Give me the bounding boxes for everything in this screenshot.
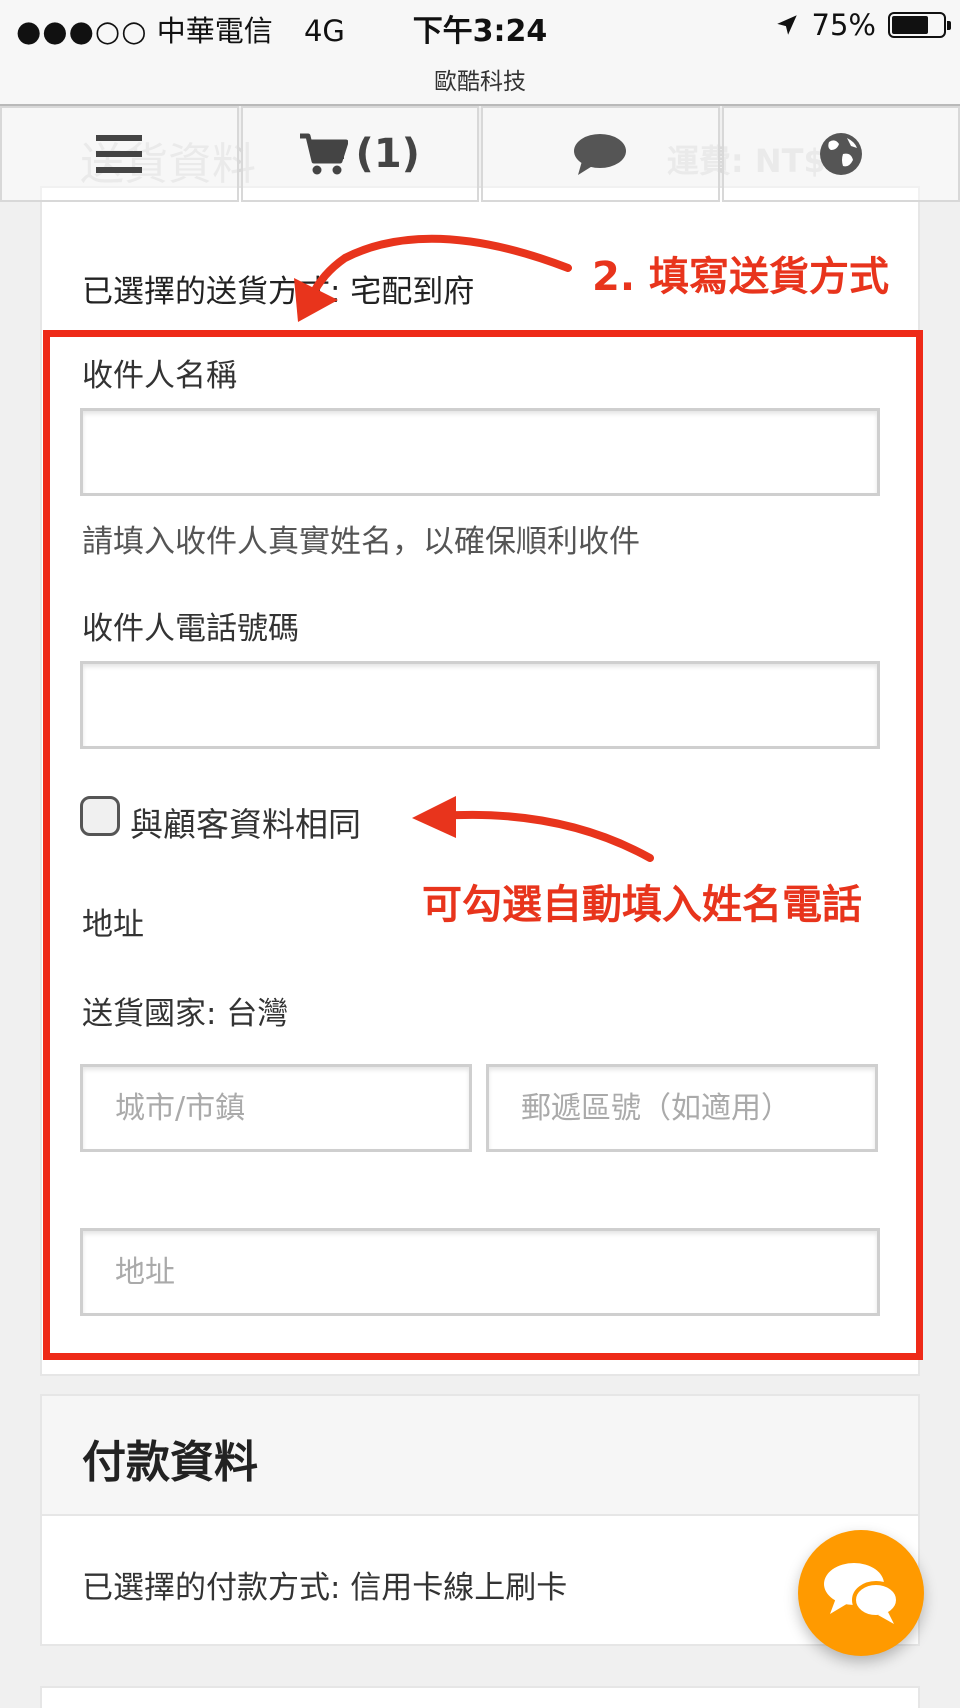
chat-bubbles-icon [824, 1563, 900, 1624]
menu-button[interactable] [0, 106, 239, 202]
status-right-group: 75% [774, 8, 951, 42]
next-section-panel [40, 1686, 920, 1708]
recipient-phone-label: 收件人電話號碼 [82, 611, 299, 647]
annotation-fill-shipping: 2. 填寫送貨方式 [592, 254, 889, 300]
globe-icon [819, 133, 862, 175]
speech-bubble-icon [574, 134, 627, 175]
app-subtitle: 歐酷科技 [434, 69, 526, 95]
recipient-name-hint: 請填入收件人真實姓名，以確保順利收件 [82, 524, 640, 560]
annotation-autofill: 可勾選自動填入姓名電話 [422, 882, 862, 928]
recipient-phone-input[interactable] [80, 661, 880, 749]
message-button[interactable] [481, 106, 720, 202]
recipient-name-label: 收件人名稱 [82, 358, 237, 394]
location-arrow-icon [776, 15, 797, 35]
top-nav-bar: (1) [0, 106, 960, 202]
battery-icon [888, 12, 951, 38]
postal-code-input[interactable] [486, 1064, 878, 1152]
hamburger-menu-icon [96, 135, 143, 173]
address-input[interactable] [80, 1228, 880, 1316]
same-as-customer-label[interactable]: 與顧客資料相同 [130, 798, 361, 846]
address-label: 地址 [82, 907, 144, 943]
payment-panel: 已選擇的付款方式: 信用卡線上刷卡 [40, 1514, 920, 1646]
battery-percent: 75% [811, 8, 876, 42]
cart-button[interactable]: (1) [240, 106, 479, 202]
selected-payment-method: 已選擇的付款方式: 信用卡線上刷卡 [82, 1570, 568, 1606]
same-as-customer-checkbox[interactable] [80, 796, 120, 836]
recipient-name-input[interactable] [80, 408, 880, 496]
language-button[interactable] [721, 106, 960, 202]
chat-fab-button[interactable] [798, 1530, 924, 1656]
selected-shipping-method: 已選擇的送貨方式: 宅配到府 [82, 274, 475, 310]
cart-count: (1) [355, 131, 420, 177]
status-bar: ●●●○○ 中華電信 4G 下午3:24 75% 歐酷科技 [0, 0, 960, 106]
payment-section-title: 付款資料 [82, 1437, 258, 1488]
shipping-country: 送貨國家: 台灣 [82, 996, 289, 1032]
cart-icon [299, 133, 348, 175]
city-input[interactable] [80, 1064, 472, 1152]
payment-section-header: 付款資料 [40, 1394, 920, 1516]
